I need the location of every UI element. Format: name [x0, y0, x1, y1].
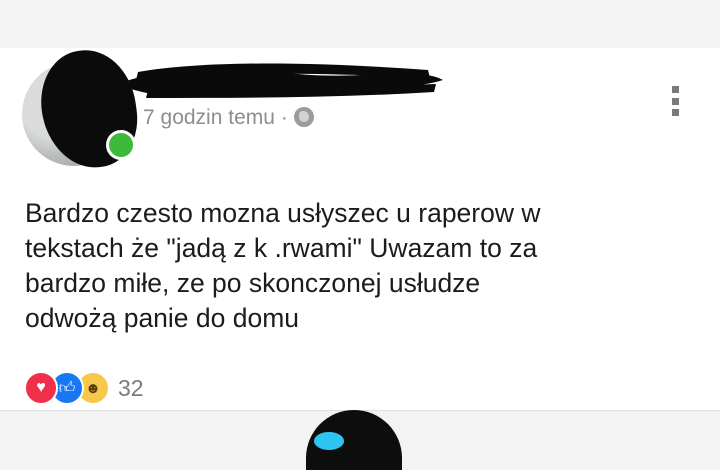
top-background	[0, 0, 720, 48]
next-post-avatar[interactable]	[306, 410, 402, 470]
post-text-line: Bardzo czesto mozna usłyszec u raperow w	[25, 198, 541, 228]
love-icon: ♥	[24, 371, 58, 405]
globe-icon	[293, 107, 314, 127]
menu-dot	[671, 97, 679, 105]
reaction-count[interactable]: 32	[118, 375, 144, 402]
author-name-redaction	[123, 63, 443, 98]
post-text-line: bardzo miłe, ze po skonczonej usłudze	[25, 268, 481, 298]
reactions-summary[interactable]: ♥ 👍︎ ☻ 32	[24, 371, 144, 405]
meta-separator: ·	[280, 106, 288, 129]
menu-dot	[671, 109, 679, 116]
post-time[interactable]: 7 godzin temu	[143, 106, 275, 129]
menu-dot	[671, 86, 679, 93]
more-options-button[interactable]	[670, 86, 680, 116]
post-text: Bardzo czesto mozna usłyszec u raperow w…	[25, 196, 685, 336]
post-text-line: tekstach że "jadą z k .rwami" Uwazam to …	[25, 233, 538, 263]
post-meta: 7 godzin temu ·	[143, 106, 314, 130]
post-text-line: odwożą panie do domu	[25, 303, 300, 333]
online-status-indicator	[106, 130, 136, 160]
